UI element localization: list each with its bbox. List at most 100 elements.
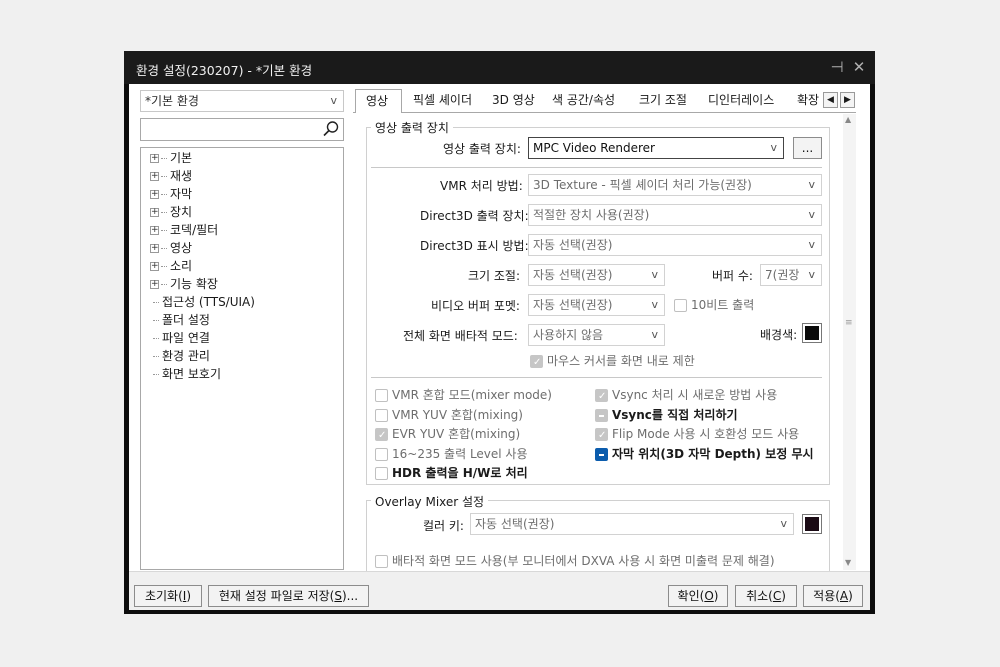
tree-item[interactable]: + 소리 (150, 257, 192, 275)
tree-item[interactable]: 화면 보호기 (150, 365, 221, 383)
save-to-file-button[interactable]: 현재 설정 파일로 저장(S)... (208, 585, 369, 607)
video-buffer-format-select[interactable]: 자동 선택(권장) v (528, 294, 665, 316)
checkbox-box[interactable] (674, 299, 687, 312)
checkbox-box[interactable] (595, 408, 608, 422)
option-label: Vsync 처리 시 새로운 방법 사용 (612, 388, 778, 402)
expand-plus-icon[interactable]: + (150, 190, 159, 199)
option-checkbox[interactable]: Vsync를 직접 처리하기 (595, 406, 738, 424)
color-key-swatch[interactable] (802, 514, 822, 534)
title-bar[interactable]: 환경 설정(230207) - *기본 환경 ⊣ ✕ (124, 51, 875, 84)
chevron-down-icon: v (808, 238, 815, 251)
d3d-output-select[interactable]: 적절한 장치 사용(권장) v (528, 204, 822, 226)
color-fill (805, 517, 819, 531)
checkbox-box[interactable] (595, 388, 608, 406)
tree-connector (153, 302, 159, 303)
tree-item[interactable]: 폴더 설정 (150, 311, 210, 329)
tab-deinterlace[interactable]: 디인터레이스 (708, 89, 774, 111)
option-checkbox[interactable]: 16~235 출력 Level 사용 (375, 445, 528, 463)
tree-item[interactable]: + 재생 (150, 167, 192, 185)
cancel-button[interactable]: 취소(C) (735, 585, 797, 607)
fullscreen-exclusive-value: 사용하지 않음 (533, 328, 604, 342)
tab-resize[interactable]: 크기 조절 (639, 89, 687, 111)
scroll-down-icon[interactable]: ▼ (845, 558, 851, 567)
tab-color-space[interactable]: 색 공간/속성 (552, 89, 615, 111)
tab-extension[interactable]: 확장 (797, 89, 821, 111)
checkbox-box[interactable] (375, 427, 388, 445)
checkbox-box[interactable] (595, 447, 608, 461)
expand-plus-icon[interactable]: + (150, 154, 159, 163)
tree-connector (161, 212, 167, 213)
tree-item[interactable]: + 코덱/필터 (150, 221, 218, 239)
expand-plus-icon[interactable]: + (150, 226, 159, 235)
vmr-method-select[interactable]: 3D Texture - 픽셀 셰이더 처리 가능(권장) v (528, 174, 822, 196)
tree-item[interactable]: + 영상 (150, 239, 192, 257)
profile-select[interactable]: *기본 환경 v (140, 90, 344, 112)
expand-plus-icon[interactable]: + (150, 262, 159, 271)
option-checkbox[interactable]: EVR YUV 혼합(mixing) (375, 425, 520, 445)
color-key-value: 자동 선택(권장) (475, 517, 555, 531)
close-icon[interactable]: ✕ (850, 58, 868, 76)
tree-item-label: 영상 (170, 241, 193, 255)
tree-item[interactable]: + 자막 (150, 185, 192, 203)
resize-select[interactable]: 자동 선택(권장) v (528, 264, 665, 286)
option-checkbox[interactable]: VMR 혼합 모드(mixer mode) (375, 386, 552, 404)
ten-bit-output-checkbox[interactable]: 10비트 출력 (674, 296, 754, 314)
profile-select-value: *기본 환경 (145, 94, 199, 108)
background-color-swatch[interactable] (802, 323, 822, 343)
tab-video[interactable]: 영상 (355, 89, 402, 113)
checkbox-box[interactable] (375, 467, 388, 480)
content-scrollbar[interactable]: ▲ ≡ ▼ (843, 114, 856, 570)
tree-item[interactable]: + 기본 (150, 149, 192, 167)
option-checkbox[interactable]: 자막 위치(3D 자막 Depth) 보정 무시 (595, 445, 814, 463)
apply-button[interactable]: 적용(A) (803, 585, 863, 607)
video-buffer-format-value: 자동 선택(권장) (533, 298, 613, 312)
option-checkbox[interactable]: HDR 출력을 H/W로 처리 (375, 464, 528, 482)
exclusive-mode-checkbox[interactable]: 배타적 화면 모드 사용(부 모니터에서 DXVA 사용 시 화면 미출력 문제… (375, 552, 775, 570)
tree-item[interactable]: 접근성 (TTS/UIA) (150, 293, 255, 311)
tree-connector (161, 266, 167, 267)
expand-plus-icon[interactable]: + (150, 208, 159, 217)
tab-scroll-right-icon[interactable]: ▶ (840, 92, 855, 108)
pin-icon[interactable]: ⊣ (828, 58, 846, 76)
scroll-grip-icon[interactable]: ≡ (845, 318, 853, 328)
checkbox-box[interactable] (375, 389, 388, 402)
tab-pixel-shader[interactable]: 픽셀 셰이더 (413, 89, 472, 111)
ok-button[interactable]: 확인(O) (668, 585, 728, 607)
output-device-more-button[interactable]: ... (793, 137, 822, 159)
buffer-count-select[interactable]: 7(권장 v (760, 264, 822, 286)
color-key-select[interactable]: 자동 선택(권장) v (470, 513, 794, 535)
overlay-group-title: Overlay Mixer 설정 (371, 493, 489, 510)
option-checkbox[interactable]: VMR YUV 혼합(mixing) (375, 406, 523, 424)
checkbox-box[interactable] (375, 408, 388, 422)
tree-item[interactable]: + 장치 (150, 203, 192, 221)
checkbox-box[interactable] (375, 447, 388, 461)
option-label: HDR 출력을 H/W로 처리 (392, 466, 528, 480)
output-device-select[interactable]: MPC Video Renderer v (528, 137, 784, 159)
expand-plus-icon[interactable]: + (150, 172, 159, 181)
fullscreen-exclusive-label: 전체 화면 배타적 모드: (403, 329, 518, 343)
scroll-up-icon[interactable]: ▲ (845, 115, 851, 124)
expand-plus-icon[interactable]: + (150, 280, 159, 289)
tree-connector (153, 338, 159, 339)
tab-baseline (353, 112, 856, 113)
mouse-limit-checkbox[interactable]: 마우스 커서를 화면 내로 제한 (530, 352, 695, 372)
tree-item-label: 기능 확장 (170, 277, 218, 291)
d3d-display-select[interactable]: 자동 선택(권장) v (528, 234, 822, 256)
expand-plus-icon[interactable]: + (150, 244, 159, 253)
reset-button[interactable]: 초기화(I) (134, 585, 202, 607)
color-fill (805, 326, 819, 340)
tree-connector (153, 356, 159, 357)
tree-item[interactable]: 환경 관리 (150, 347, 210, 365)
search-icon[interactable] (322, 120, 340, 138)
tree-search-input[interactable] (140, 118, 344, 141)
checkbox-box[interactable] (530, 354, 543, 372)
fullscreen-exclusive-select[interactable]: 사용하지 않음 v (528, 324, 665, 346)
option-checkbox[interactable]: Flip Mode 사용 시 호환성 모드 사용 (595, 425, 799, 445)
tree-item[interactable]: 파일 연결 (150, 329, 210, 347)
checkbox-box[interactable] (595, 427, 608, 445)
tab-3d-video[interactable]: 3D 영상 (492, 89, 535, 111)
option-checkbox[interactable]: Vsync 처리 시 새로운 방법 사용 (595, 386, 778, 406)
tab-scroll-left-icon[interactable]: ◀ (823, 92, 838, 108)
tree-item[interactable]: + 기능 확장 (150, 275, 218, 293)
checkbox-box[interactable] (375, 555, 388, 568)
